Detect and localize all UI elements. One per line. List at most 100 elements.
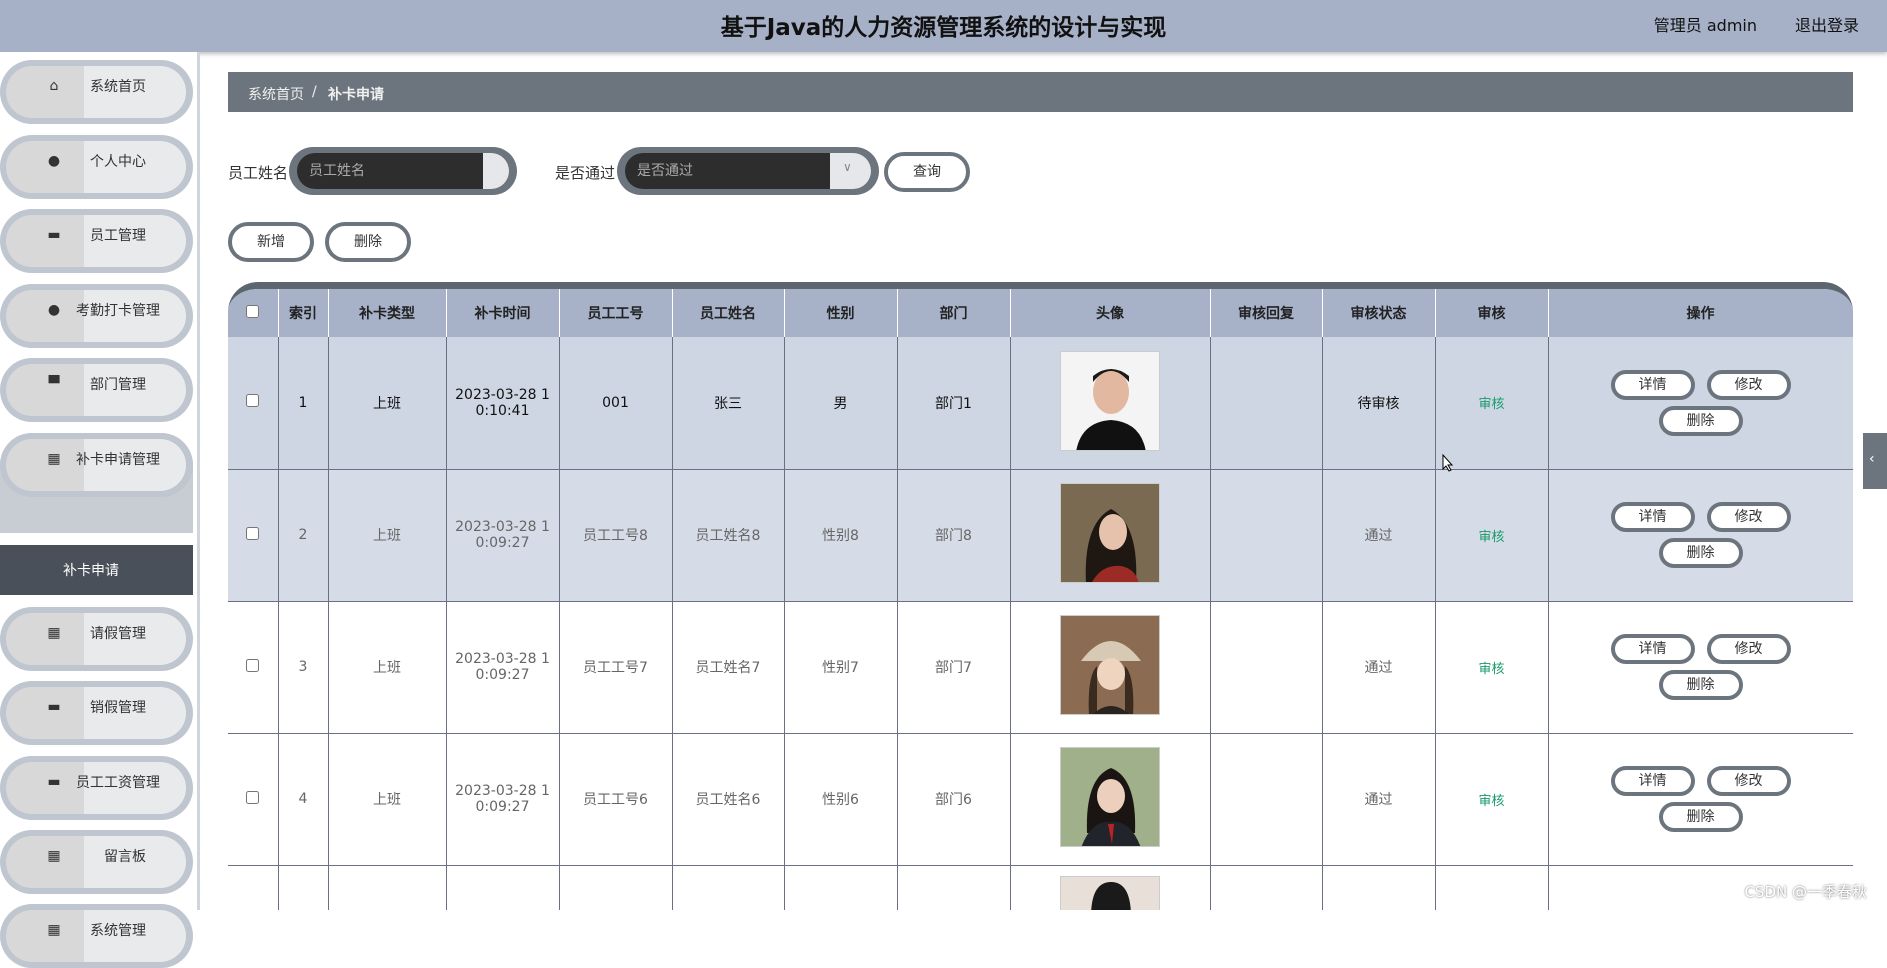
audit-link[interactable]: 审核 — [1478, 530, 1504, 545]
detail-button[interactable]: 详情 — [1611, 766, 1695, 796]
mouse-cursor-icon — [1442, 454, 1454, 472]
column-header: 补卡时间 — [446, 289, 559, 337]
cell-emp-name: 员工姓名7 — [672, 601, 784, 733]
row-checkbox[interactable] — [246, 659, 259, 672]
detail-button[interactable]: 详情 — [1611, 370, 1695, 400]
cell-gender: 男 — [784, 337, 897, 469]
cell-audit: 审核 — [1435, 733, 1548, 865]
watermark: CSDN @一季春秋 — [1744, 881, 1867, 902]
row-checkbox[interactable] — [246, 527, 259, 540]
sidebar-item-system[interactable]: ▦ 系统管理 — [0, 904, 193, 968]
table-row: 3 上班 2023-03-28 10:09:27 员工工号7 员工姓名7 性别7… — [228, 601, 1853, 733]
employee-name-input[interactable]: 员工姓名 — [289, 147, 517, 195]
delete-button[interactable]: 删除 — [1659, 406, 1743, 436]
pass-status-select[interactable]: 是否通过 ∨ — [617, 147, 879, 195]
delete-button[interactable]: 删除 — [1659, 538, 1743, 568]
employee-name-placeholder: 员工姓名 — [297, 153, 483, 189]
cell-reply — [1210, 733, 1322, 865]
table-row — [228, 865, 1853, 910]
chat-icon: ▬ — [44, 225, 64, 245]
sidebar-item-label: 留言板 — [104, 846, 193, 866]
cell-dept: 部门6 — [897, 733, 1010, 865]
query-button[interactable]: 查询 — [884, 152, 970, 192]
sidebar-item-employees[interactable]: ▬ 员工管理 — [0, 209, 193, 273]
grid-icon: ▦ — [44, 449, 64, 469]
audit-link[interactable]: 审核 — [1478, 397, 1504, 412]
sidebar-item-message-board[interactable]: ▦ 留言板 — [0, 830, 193, 894]
select-all-checkbox[interactable] — [246, 305, 259, 318]
cell-time: 2023-03-28 10:10:41 — [446, 337, 559, 469]
cell-avatar — [1010, 337, 1210, 469]
cell-gender: 性别6 — [784, 733, 897, 865]
table-row: 2 上班 2023-03-28 10:09:27 员工工号8 员工姓名8 性别8… — [228, 469, 1853, 601]
grid-icon: ▦ — [44, 846, 64, 866]
column-header: 审核 — [1435, 289, 1548, 337]
cell-actions: 详情修改 删除 — [1548, 601, 1853, 733]
cell-status: 通过 — [1322, 733, 1435, 865]
cell-emp-no: 员工工号7 — [559, 601, 672, 733]
delete-button[interactable]: 删除 — [1659, 670, 1743, 700]
breadcrumb-home[interactable]: 系统首页 — [248, 84, 304, 104]
sidebar-item-label: 员工管理 — [90, 225, 193, 245]
edit-button[interactable]: 修改 — [1707, 634, 1791, 664]
audit-link[interactable]: 审核 — [1478, 662, 1504, 677]
row-checkbox[interactable] — [246, 394, 259, 407]
cell-reply — [1210, 469, 1322, 601]
sidebar-item-label: 系统首页 — [90, 76, 193, 96]
edit-button[interactable]: 修改 — [1707, 766, 1791, 796]
home-icon: ⌂ — [44, 76, 64, 96]
logout-link[interactable]: 退出登录 — [1795, 12, 1859, 36]
cell-audit: 审核 — [1435, 601, 1548, 733]
cell-gender: 性别8 — [784, 469, 897, 601]
sidebar-item-attendance[interactable]: ● 考勤打卡管理 — [0, 284, 193, 348]
edit-button[interactable]: 修改 — [1707, 370, 1791, 400]
column-header: 审核状态 — [1322, 289, 1435, 337]
sidebar-item-departments[interactable]: ▀ 部门管理 — [0, 358, 193, 422]
detail-button[interactable]: 详情 — [1611, 502, 1695, 532]
add-button[interactable]: 新增 — [228, 222, 314, 262]
monitor-icon: ▬ — [44, 697, 64, 717]
submenu-item-makeup-card-application[interactable]: 补卡申请 — [0, 545, 193, 595]
cell-status: 通过 — [1322, 469, 1435, 601]
delete-button[interactable]: 删除 — [1659, 802, 1743, 832]
avatar — [1060, 351, 1160, 451]
column-header: 头像 — [1010, 289, 1210, 337]
printer-icon: ▬ — [44, 772, 64, 792]
sidebar-item-label: 补卡申请管理 — [76, 449, 193, 469]
employee-name-label: 员工姓名 — [228, 162, 288, 183]
column-header: 性别 — [784, 289, 897, 337]
avatar — [1060, 747, 1160, 847]
data-table: 索引 补卡类型 补卡时间 员工工号 员工姓名 性别 部门 头像 审核回复 审核状… — [228, 282, 1853, 910]
table-row: 1 上班 2023-03-28 10:10:41 001 张三 男 部门1 待审… — [228, 337, 1853, 469]
column-header: 审核回复 — [1210, 289, 1322, 337]
sidebar: ⌂ 系统首页 ● 个人中心 ▬ 员工管理 ● 考勤打卡管理 ▀ 部门管理 ▦ 补… — [0, 52, 200, 910]
cell-dept: 部门8 — [897, 469, 1010, 601]
cell-audit: 审核 — [1435, 469, 1548, 601]
breadcrumb: 系统首页 / 补卡申请 — [228, 72, 1853, 112]
cell-emp-no: 员工工号6 — [559, 733, 672, 865]
column-header: 操作 — [1548, 289, 1853, 337]
audit-link[interactable]: 审核 — [1478, 794, 1504, 809]
detail-button[interactable]: 详情 — [1611, 634, 1695, 664]
cell-type: 上班 — [328, 337, 446, 469]
sidebar-item-makeup-card[interactable]: ▦ 补卡申请管理 — [0, 433, 193, 497]
sidebar-item-leave[interactable]: ▦ 请假管理 — [0, 607, 193, 671]
user-icon: ● — [44, 151, 64, 171]
sidebar-item-personal-center[interactable]: ● 个人中心 — [0, 135, 193, 199]
edit-button[interactable]: 修改 — [1707, 502, 1791, 532]
row-checkbox[interactable] — [246, 791, 259, 804]
delete-selected-button[interactable]: 删除 — [325, 222, 411, 262]
cell-emp-name: 员工姓名8 — [672, 469, 784, 601]
sidebar-item-home[interactable]: ⌂ 系统首页 — [0, 60, 193, 124]
cell-emp-name: 张三 — [672, 337, 784, 469]
avatar — [1060, 615, 1160, 715]
cell-avatar — [1010, 865, 1210, 910]
sidebar-item-salary[interactable]: ▬ 员工工资管理 — [0, 756, 193, 820]
column-header: 员工姓名 — [672, 289, 784, 337]
breadcrumb-current: 补卡申请 — [328, 84, 384, 104]
sidebar-item-leave-cancel[interactable]: ▬ 销假管理 — [0, 681, 193, 745]
side-collapse-tab[interactable]: ‹ — [1863, 433, 1887, 489]
sidebar-item-label: 系统管理 — [90, 920, 193, 940]
sidebar-item-label: 销假管理 — [90, 697, 193, 717]
table-row: 4 上班 2023-03-28 10:09:27 员工工号6 员工姓名6 性别6… — [228, 733, 1853, 865]
